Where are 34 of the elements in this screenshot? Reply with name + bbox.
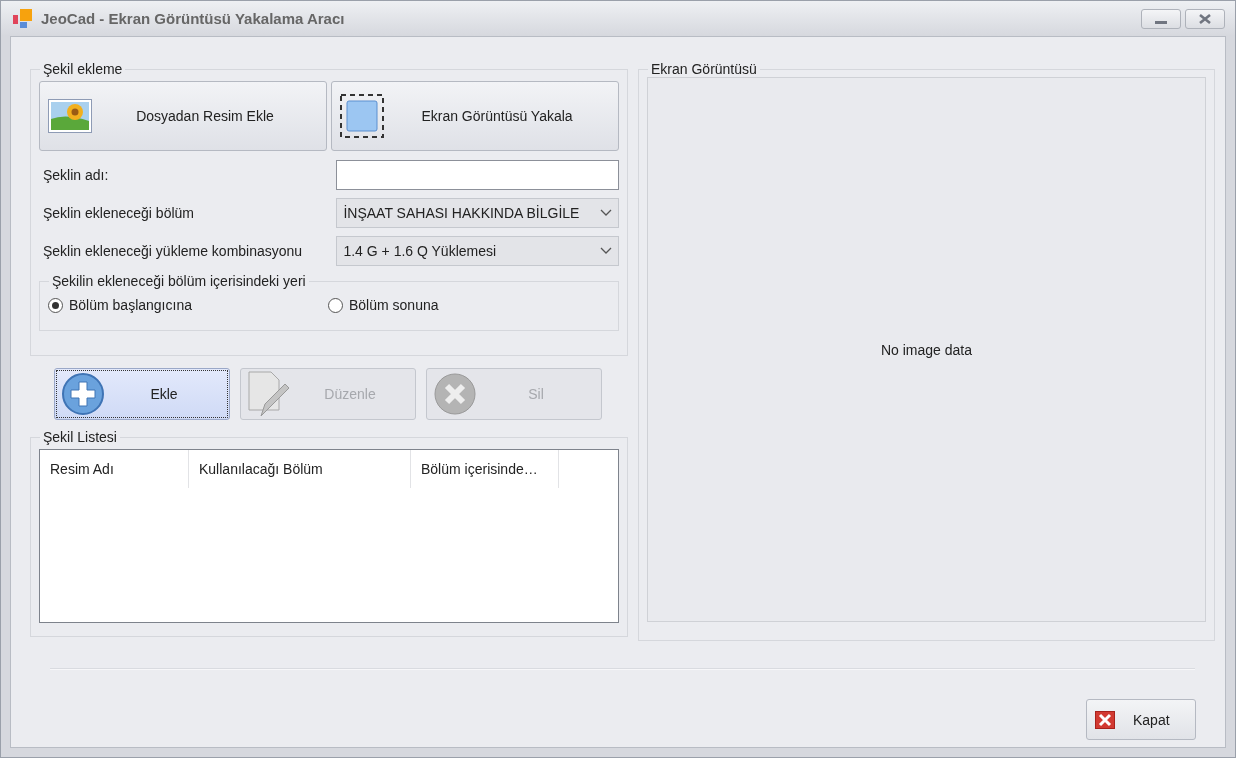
close-dialog-button[interactable]: Kapat <box>1086 699 1196 740</box>
minimize-icon <box>1155 20 1167 24</box>
radio-option[interactable]: Bölüm sonuna <box>328 297 608 313</box>
group-title: Ekran Görüntüsü <box>650 61 758 77</box>
landscape-image-icon <box>48 99 92 133</box>
group-title: Şekil ekleme <box>42 61 124 77</box>
group-title: Şekilin ekleneceği bölüm içerisindeki yeri <box>51 273 307 289</box>
capture-button[interactable]: Ekran Görüntüsü Yakala <box>331 81 619 151</box>
radio-option[interactable]: Bölüm başlangıcına <box>48 297 328 313</box>
field-label: Şeklin ekleneceği yükleme kombinasyonu <box>43 243 304 259</box>
field-label: Şeklin adı: <box>43 167 110 183</box>
app-logo-icon <box>13 7 35 30</box>
document-pencil-icon <box>247 370 291 418</box>
column-header[interactable]: Kullanılacağı Bölüm <box>189 450 411 488</box>
close-icon <box>1095 710 1115 729</box>
column-header[interactable]: Bölüm içerisinde… <box>411 450 559 488</box>
close-icon <box>1199 13 1211 24</box>
plus-circle-icon <box>61 372 105 416</box>
column-header[interactable]: Resim Adı <box>40 450 189 488</box>
selection-icon <box>340 94 384 138</box>
close-button[interactable] <box>1185 8 1225 29</box>
name-input[interactable] <box>336 160 619 190</box>
minimize-button[interactable] <box>1141 8 1181 29</box>
x-circle-icon <box>433 372 477 416</box>
window-title: JeoCad - Ekran Görüntüsü Yakalama Aracı <box>41 10 345 27</box>
empty-message: No image data <box>880 341 973 358</box>
field-label: Şeklin ekleneceği bölüm <box>43 205 195 221</box>
add-button[interactable]: Ekle <box>54 368 230 420</box>
section-dropdown[interactable]: İNŞAAT SAHASI HAKKINDA BİLGİLE <box>336 198 619 228</box>
chevron-down-icon <box>600 209 612 217</box>
add-from-file-button[interactable]: Dosyadan Resim Ekle <box>39 81 327 151</box>
load-combination-dropdown[interactable]: 1.4 G + 1.6 Q Yüklemesi <box>336 236 619 266</box>
group-title: Şekil Listesi <box>42 429 118 445</box>
chevron-down-icon <box>600 247 612 255</box>
